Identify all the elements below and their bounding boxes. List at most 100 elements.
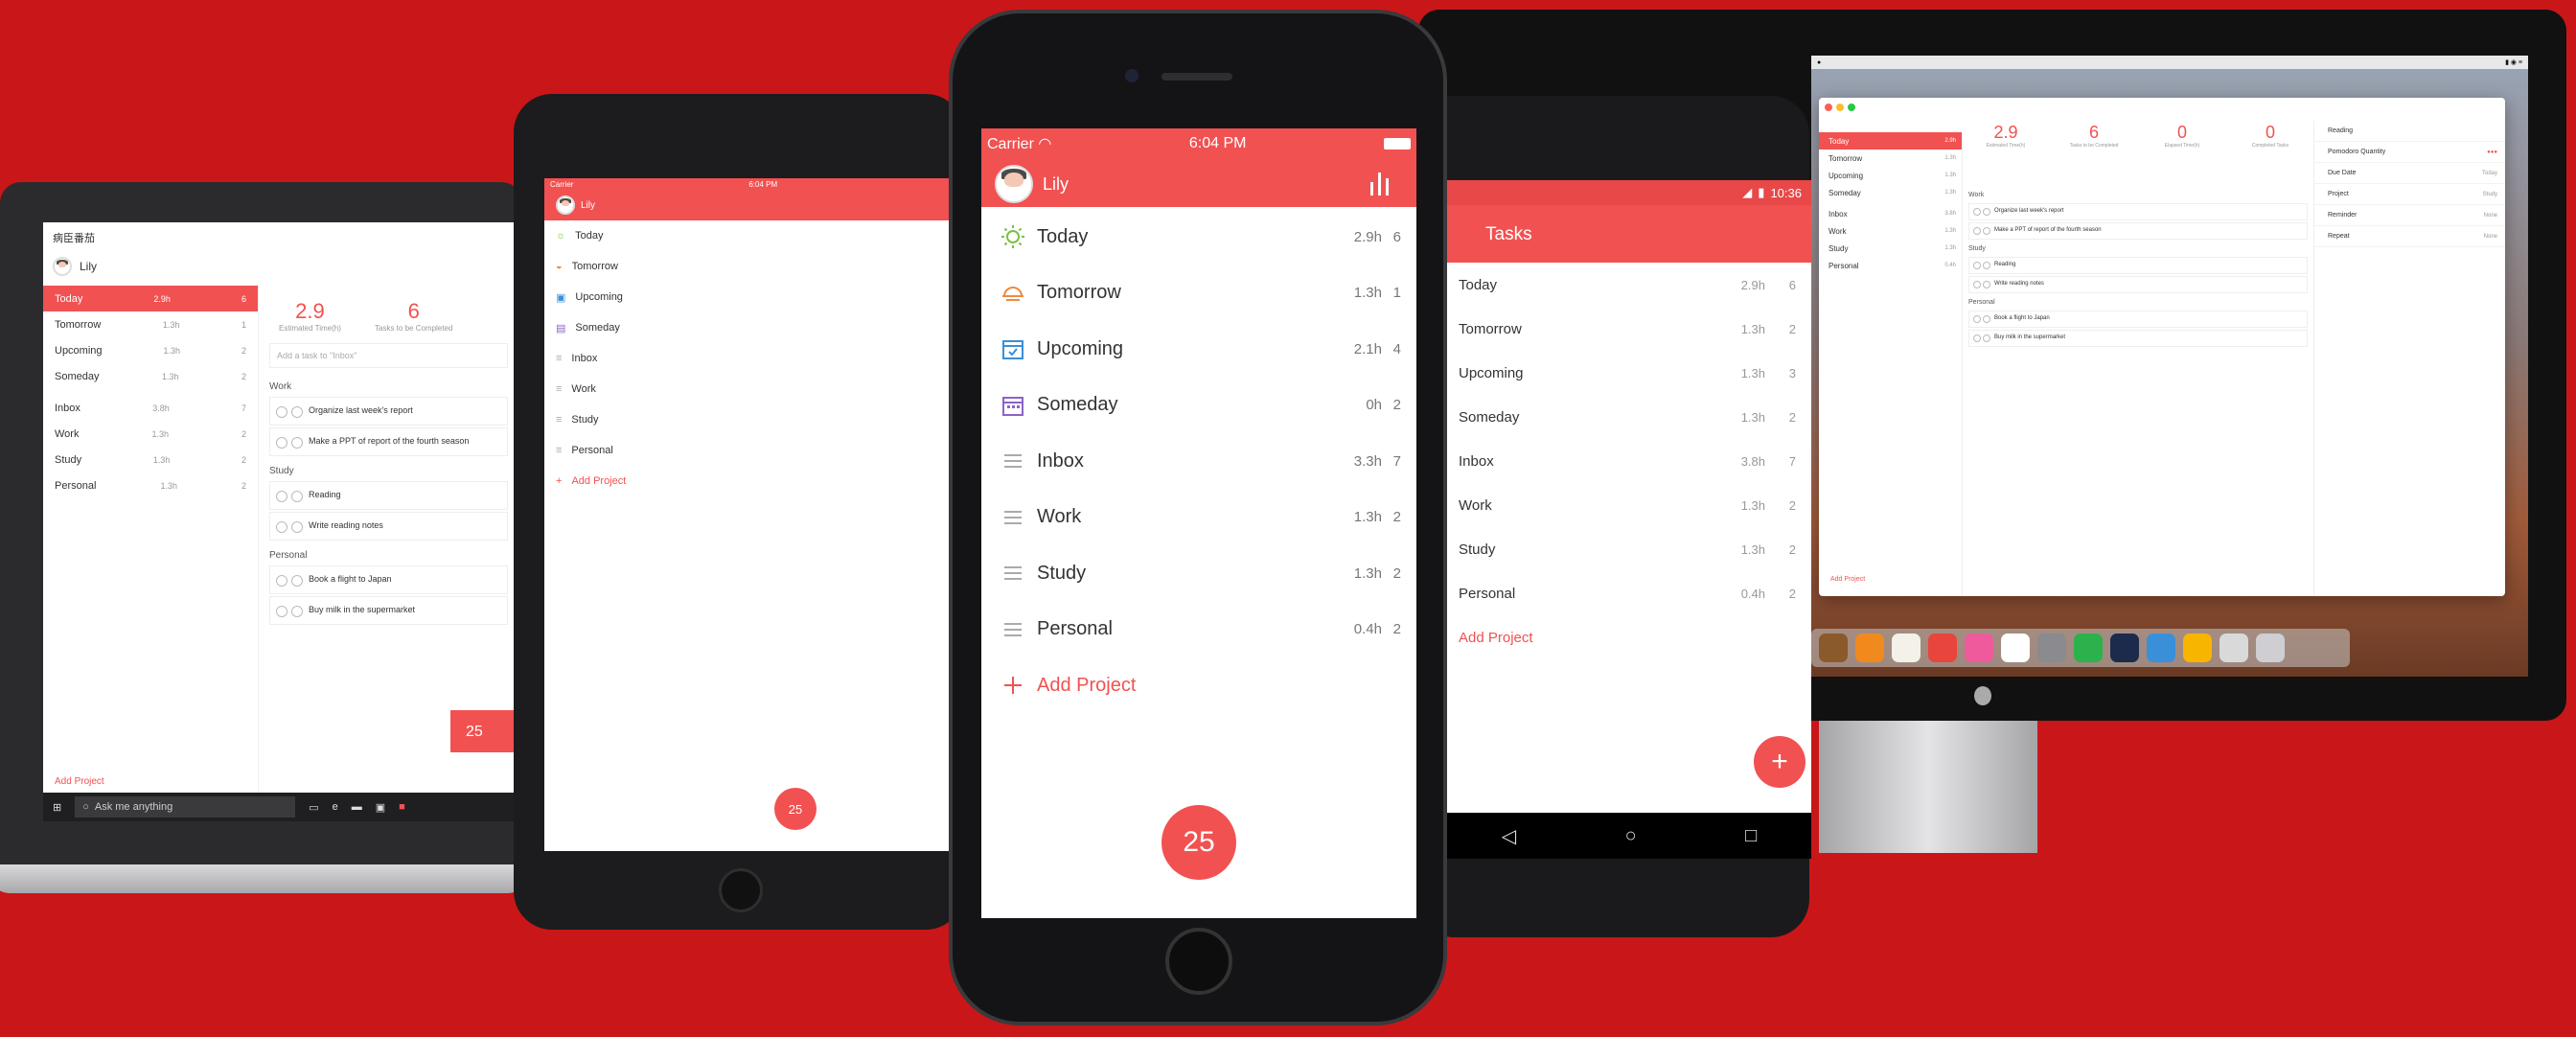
sidebar-item-today[interactable]: Today 2.9h (1819, 132, 1962, 150)
pomodoro-timer-button[interactable]: 25 (450, 710, 518, 752)
preview-icon[interactable] (2220, 634, 2248, 662)
add-task-fab[interactable]: + (1754, 736, 1806, 788)
sketch-icon[interactable] (2183, 634, 2212, 662)
list-item-someday[interactable]: Someday 1.3h 2 (1447, 395, 1811, 439)
photoshop-icon[interactable] (2110, 634, 2139, 662)
detail-reminder[interactable]: Reminder None (2314, 205, 2505, 226)
sidebar-item-upcoming[interactable]: Upcoming 1.3h 2 (43, 337, 258, 363)
list-item-personal[interactable]: Personal 0.4h 2 (1447, 571, 1811, 615)
detail-repeat[interactable]: Repeat None (2314, 226, 2505, 247)
list-item-someday[interactable]: Someday 0h 2 (981, 378, 1416, 434)
list-item-upcoming[interactable]: Upcoming 2.1h 4 (981, 321, 1416, 378)
task-row[interactable]: Book a flight to Japan (269, 565, 508, 594)
sidebar-item-upcoming[interactable]: Upcoming 1.3h (1819, 167, 1962, 184)
trash-icon[interactable] (2256, 634, 2285, 662)
task-row[interactable]: Organize last week's report (269, 397, 508, 426)
list-item-tomorrow[interactable]: Tomorrow 1.3h 1 (981, 265, 1416, 322)
notes-icon[interactable] (1892, 634, 1920, 662)
sidebar-item-inbox[interactable]: Inbox 3.8h 7 (43, 395, 258, 421)
user-profile[interactable]: Lily (995, 165, 1069, 203)
music-icon[interactable] (1965, 634, 1993, 662)
add-project-button[interactable]: Add Project (55, 776, 104, 787)
list-item-today[interactable]: Today 2.9h 6 (1447, 263, 1811, 307)
user-profile[interactable]: Lily (556, 196, 595, 215)
list-item-personal[interactable]: Personal 0.4h 2 (981, 602, 1416, 658)
xcode-icon[interactable] (2147, 634, 2175, 662)
detail-due-date[interactable]: Due Date Today (2314, 163, 2505, 184)
list-item-upcoming[interactable]: Upcoming 1.3h 3 (1447, 351, 1811, 395)
list-item-work[interactable]: Work 1.3h 2 (1447, 483, 1811, 527)
sidebar-item-inbox[interactable]: Inbox 3.8h (1819, 205, 1962, 222)
list-item-work[interactable]: Work 1.3h 2 (981, 490, 1416, 546)
add-task-input[interactable]: Add a task to "Inbox" (269, 343, 508, 368)
list-item-today[interactable]: ☼ Today (544, 220, 958, 251)
list-item-study[interactable]: Study 1.3h 2 (1447, 527, 1811, 571)
clock-icon[interactable] (1928, 634, 1957, 662)
sidebar-item-work[interactable]: Work 1.3h 2 (43, 421, 258, 447)
task-row[interactable]: Organize last week's report (1968, 203, 2308, 220)
list-item-work[interactable]: ≡ Work (544, 374, 958, 404)
task-row[interactable]: Buy milk in the supermarket (1968, 330, 2308, 347)
close-icon[interactable] (1825, 104, 1832, 111)
task-row[interactable]: Make a PPT of report of the fourth seaso… (1968, 222, 2308, 240)
apple-icon[interactable]: ● (1817, 59, 1821, 66)
list-item-inbox[interactable]: Inbox 3.8h 7 (1447, 439, 1811, 483)
home-icon[interactable]: ○ (1625, 825, 1637, 847)
task-row[interactable]: Book a flight to Japan (1968, 311, 2308, 328)
app-icon[interactable]: ■ (399, 801, 405, 813)
pomodoro-timer-button[interactable]: 25 (774, 788, 816, 830)
sidebar-item-tomorrow[interactable]: Tomorrow 1.3h (1819, 150, 1962, 167)
list-item-upcoming[interactable]: ▣ Upcoming (544, 282, 958, 312)
detail-pomodoro-quantity[interactable]: Pomodoro Quantity ●●● (2314, 142, 2505, 163)
sidebar-item-work[interactable]: Work 1.3h (1819, 222, 1962, 240)
list-item-inbox[interactable]: Inbox 3.3h 7 (981, 433, 1416, 490)
sidebar-item-tomorrow[interactable]: Tomorrow 1.3h 1 (43, 311, 258, 337)
task-row[interactable]: Reading (269, 481, 508, 510)
add-project-button[interactable]: Add Project (1830, 576, 1865, 583)
finder-icon[interactable] (1819, 634, 1848, 662)
sidebar-item-personal[interactable]: Personal 1.3h 2 (43, 472, 258, 498)
task-row[interactable]: Buy milk in the supermarket (269, 596, 508, 625)
task-row[interactable]: Write reading notes (1968, 276, 2308, 293)
store-icon[interactable]: ▣ (376, 801, 385, 814)
sidebar-item-someday[interactable]: Someday 1.3h 2 (43, 363, 258, 389)
windows-start-icon[interactable]: ⊞ (53, 801, 61, 814)
list-item-tomorrow[interactable]: Tomorrow 1.3h 2 (1447, 307, 1811, 351)
calendar-icon[interactable] (2001, 634, 2030, 662)
task-row[interactable]: Reading (1968, 257, 2308, 274)
numbers-icon[interactable] (2074, 634, 2103, 662)
statistics-icon[interactable] (1370, 171, 1395, 196)
settings-icon[interactable] (2037, 634, 2066, 662)
sidebar-item-study[interactable]: Study 1.3h 2 (43, 447, 258, 472)
home-button[interactable] (1165, 928, 1232, 995)
minimize-icon[interactable] (1836, 104, 1844, 111)
list-item-inbox[interactable]: ≡ Inbox (544, 343, 958, 374)
home-button[interactable] (719, 868, 763, 912)
edge-icon[interactable]: e (333, 801, 338, 813)
add-project-button[interactable]: + Add Project (544, 466, 958, 496)
list-item-study[interactable]: ≡ Study (544, 404, 958, 435)
recents-icon[interactable]: □ (1745, 825, 1757, 847)
task-view-icon[interactable]: ▭ (309, 801, 318, 814)
folder-icon[interactable]: ▬ (352, 801, 362, 813)
books-icon[interactable] (1855, 634, 1884, 662)
detail-task-name[interactable]: Reading (2314, 121, 2505, 142)
sidebar-item-study[interactable]: Study 1.3h (1819, 240, 1962, 257)
back-icon[interactable]: ◁ (1502, 824, 1516, 848)
detail-project[interactable]: Project Study (2314, 184, 2505, 205)
list-item-tomorrow[interactable]: ◒ Tomorrow (544, 251, 958, 282)
zoom-icon[interactable] (1848, 104, 1855, 111)
sidebar-item-personal[interactable]: Personal 0.4h (1819, 257, 1962, 274)
taskbar-search[interactable]: ○ Ask me anything (75, 796, 296, 818)
list-item-personal[interactable]: ≡ Personal (544, 435, 958, 466)
user-profile[interactable]: Lily (53, 257, 97, 276)
add-project-button[interactable]: Add Project (1447, 615, 1811, 659)
task-row[interactable]: Make a PPT of report of the fourth seaso… (269, 427, 508, 456)
list-item-someday[interactable]: ▤ Someday (544, 312, 958, 343)
sidebar-item-someday[interactable]: Someday 1.3h (1819, 184, 1962, 201)
sidebar-item-today[interactable]: Today 2.9h 6 (43, 286, 258, 311)
list-item-study[interactable]: Study 1.3h 2 (981, 545, 1416, 602)
add-project-button[interactable]: Add Project (981, 657, 1416, 714)
list-item-today[interactable]: Today 2.9h 6 (981, 209, 1416, 265)
task-row[interactable]: Write reading notes (269, 512, 508, 541)
